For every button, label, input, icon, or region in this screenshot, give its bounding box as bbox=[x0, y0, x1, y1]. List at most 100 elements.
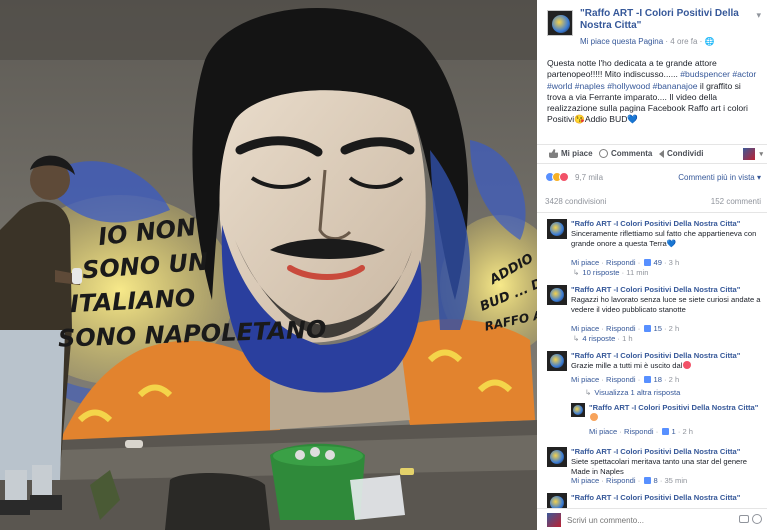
comment-reply-link[interactable]: Rispondi bbox=[606, 258, 636, 267]
post-action-bar: Mi piace Commenta Condividi ▾ bbox=[537, 144, 767, 164]
post-side-panel: "Raffo ART -I Colori Positivi Della Nost… bbox=[537, 0, 767, 530]
like-count-icon bbox=[644, 376, 652, 383]
composer-avatar bbox=[547, 513, 561, 527]
comment-like-link[interactable]: Mi piace bbox=[571, 324, 599, 333]
like-count-icon bbox=[662, 428, 670, 435]
replies-time: 1 h bbox=[622, 334, 633, 343]
comment-bubble-icon bbox=[599, 149, 608, 158]
view-replies-link[interactable]: ↳ 10 risposte · 11 min bbox=[573, 268, 649, 277]
reply-author[interactable]: "Raffo ART -I Colori Positivi Della Nost… bbox=[589, 403, 758, 412]
comment-like-count[interactable]: 15 bbox=[653, 324, 661, 333]
reply-time[interactable]: 2 h bbox=[682, 427, 693, 436]
chevron-down-icon[interactable]: ▾ bbox=[756, 10, 761, 21]
comment-avatar[interactable] bbox=[547, 219, 567, 239]
comment-author[interactable]: "Raffo ART -I Colori Positivi Della Nost… bbox=[571, 351, 740, 360]
heart-emoji-icon bbox=[683, 361, 692, 369]
comment-author[interactable]: "Raffo ART -I Colori Positivi Della Nost… bbox=[571, 493, 740, 502]
comment-meta: Mi piace · Rispondi · 15 · 2 h bbox=[571, 324, 680, 333]
comment-reply-link[interactable]: Rispondi bbox=[606, 375, 636, 384]
share-button-label: Condividi bbox=[667, 149, 704, 158]
like-count-icon bbox=[644, 259, 652, 266]
shares-count[interactable]: 3428 condivisioni bbox=[545, 197, 606, 206]
comment-body: "Raffo ART -I Colori Positivi Della Nost… bbox=[571, 219, 761, 249]
comment-input[interactable] bbox=[567, 513, 735, 527]
reaction-icons[interactable] bbox=[545, 172, 569, 182]
view-replies-link[interactable]: ↳ 4 risposte · 1 h bbox=[573, 334, 633, 343]
like-count-icon bbox=[644, 477, 652, 484]
like-page-link[interactable]: Mi piace questa Pagina bbox=[580, 37, 663, 46]
comment-meta: Mi piace · Rispondi · 8 · 35 min bbox=[571, 476, 688, 485]
reply-avatar[interactable] bbox=[571, 403, 585, 417]
caret-down-icon[interactable]: ▾ bbox=[759, 150, 763, 158]
thumbs-up-icon bbox=[549, 149, 558, 158]
post-header: "Raffo ART -I Colori Positivi Della Nost… bbox=[547, 8, 761, 52]
comment-sort-label: Commenti più in vista bbox=[678, 173, 755, 182]
comment-avatar[interactable] bbox=[547, 285, 567, 305]
post-time[interactable]: · 4 ore fa · bbox=[665, 37, 702, 46]
comment-like-count[interactable]: 18 bbox=[653, 375, 661, 384]
comment-meta: Mi piace · Rispondi · 18 · 2 h bbox=[571, 375, 680, 384]
reply-arrow-icon: ↳ bbox=[573, 334, 580, 343]
page-name-link[interactable]: "Raffo ART -I Colori Positivi Della Nost… bbox=[580, 8, 760, 32]
comment-text: Sinceramente riflettiamo sul fatto che a… bbox=[571, 229, 757, 248]
comment-avatar[interactable] bbox=[547, 447, 567, 467]
comment-body: "Raffo ART -I Colori Positivi Della Nost… bbox=[571, 285, 761, 315]
comment-time[interactable]: 2 h bbox=[669, 324, 680, 333]
reply-like-count[interactable]: 1 bbox=[671, 427, 675, 436]
post-photo[interactable]: IO NON SONO UN ITALIANO SONO NAPOLETANO … bbox=[0, 0, 537, 530]
reactions-count[interactable]: 9,7 mila bbox=[575, 173, 603, 182]
share-arrow-icon bbox=[659, 149, 664, 158]
comment-reply-link[interactable]: Rispondi bbox=[606, 476, 636, 485]
replies-count: 4 risposte bbox=[582, 334, 616, 343]
comment-text: Siete spettacolari meritava tanto una st… bbox=[571, 457, 748, 476]
comment-text: Ragazzi ho lavorato senza luce se siete … bbox=[571, 295, 761, 314]
comments-count[interactable]: 152 commenti bbox=[711, 197, 761, 206]
comment-meta: Mi piace · Rispondi · 49 · 3 h bbox=[571, 258, 680, 267]
comment-sort-dropdown[interactable]: Commenti più in vista ▾ bbox=[678, 173, 761, 182]
comment-author[interactable]: "Raffo ART -I Colori Positivi Della Nost… bbox=[571, 447, 740, 456]
comment-like-link[interactable]: Mi piace bbox=[571, 476, 599, 485]
emoji-icon[interactable] bbox=[752, 514, 762, 524]
comment-reply-link[interactable]: Rispondi bbox=[606, 324, 636, 333]
reply-reply-link[interactable]: Rispondi bbox=[624, 427, 654, 436]
like-count-icon bbox=[644, 325, 652, 332]
comment-button[interactable]: Commenta bbox=[599, 149, 652, 158]
share-button[interactable]: Condividi bbox=[659, 149, 703, 158]
comment-like-count[interactable]: 49 bbox=[653, 258, 661, 267]
reply-meta: Mi piace · Rispondi · 1 · 2 h bbox=[589, 427, 694, 436]
comment-time[interactable]: 2 h bbox=[669, 375, 680, 384]
reply-arrow-icon: ↳ bbox=[573, 268, 580, 277]
comment-author[interactable]: "Raffo ART -I Colori Positivi Della Nost… bbox=[571, 285, 740, 294]
identity-avatar[interactable] bbox=[743, 148, 755, 160]
shares-row: 3428 condivisioni 152 commenti bbox=[545, 197, 761, 206]
comments-list: "Raffo ART -I Colori Positivi Della Nost… bbox=[537, 212, 767, 513]
like-button[interactable]: Mi piace bbox=[549, 149, 593, 158]
reactions-row: 9,7 mila Commenti più in vista ▾ bbox=[545, 171, 761, 185]
comment-author[interactable]: "Raffo ART -I Colori Positivi Della Nost… bbox=[571, 219, 740, 228]
heart-emoji-icon bbox=[590, 413, 598, 421]
page-avatar[interactable] bbox=[547, 10, 573, 36]
comment-like-count[interactable]: 8 bbox=[653, 476, 657, 485]
camera-icon[interactable] bbox=[739, 515, 749, 523]
comment-body: "Raffo ART -I Colori Positivi Della Nost… bbox=[571, 447, 761, 477]
comment-composer bbox=[537, 508, 767, 530]
reply-arrow-icon: ↳ bbox=[585, 388, 592, 397]
comment-like-link[interactable]: Mi piace bbox=[571, 375, 599, 384]
love-reaction-icon bbox=[559, 172, 569, 182]
reply-like-link[interactable]: Mi piace bbox=[589, 427, 617, 436]
comment-time[interactable]: 3 h bbox=[669, 258, 680, 267]
like-button-label: Mi piace bbox=[561, 149, 593, 158]
post-meta: Mi piace questa Pagina · 4 ore fa · 🌐 bbox=[580, 37, 715, 46]
comment-avatar[interactable] bbox=[547, 351, 567, 371]
view-more-replies-link[interactable]: ↳ Visualizza 1 altra risposta bbox=[585, 388, 680, 397]
replies-time: 11 min bbox=[626, 268, 649, 277]
globe-icon: 🌐 bbox=[704, 37, 715, 46]
comment-text: Grazie mille a tutti mi è uscito dal bbox=[571, 361, 683, 370]
reply-body: "Raffo ART -I Colori Positivi Della Nost… bbox=[589, 403, 761, 423]
comment-time[interactable]: 35 min bbox=[664, 476, 687, 485]
comment-button-label: Commenta bbox=[611, 149, 653, 158]
comment-body: "Raffo ART -I Colori Positivi Della Nost… bbox=[571, 351, 761, 371]
comment-like-link[interactable]: Mi piace bbox=[571, 258, 599, 267]
post-text: Questa notte l'ho dedicata a te grande a… bbox=[547, 58, 761, 126]
mural-photo bbox=[0, 0, 537, 530]
